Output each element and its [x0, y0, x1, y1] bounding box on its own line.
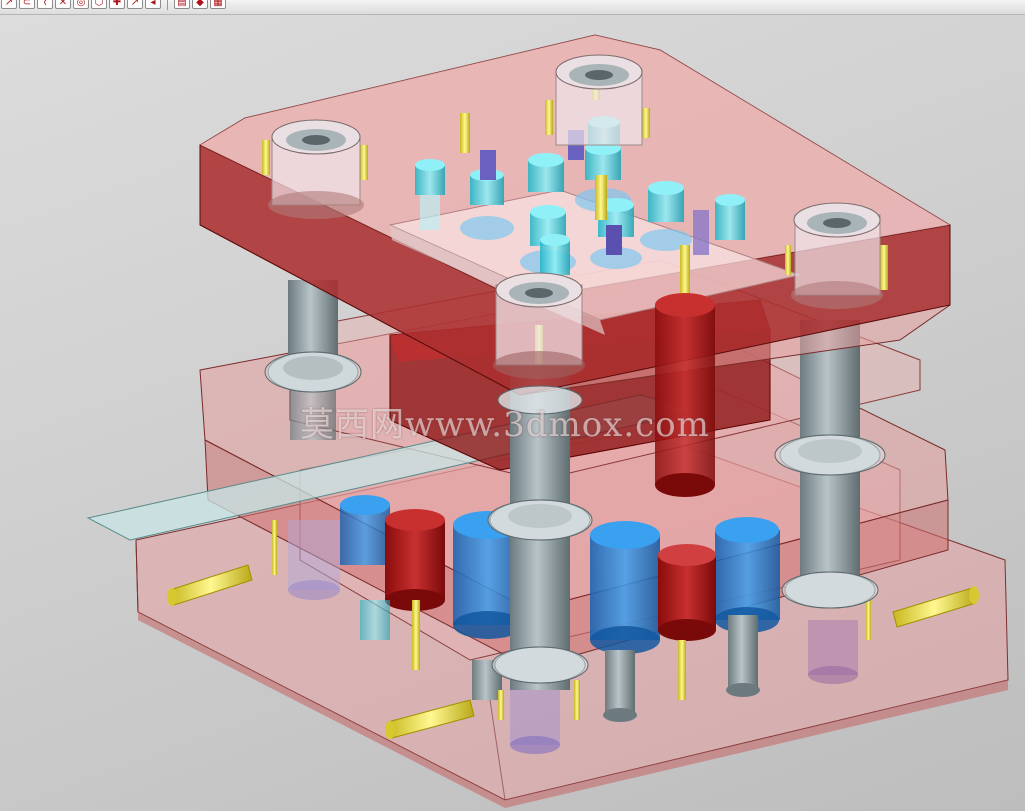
polygon-tool-icon: ⬡ — [94, 0, 104, 8]
arc-tool-button[interactable]: ⊂ — [19, 0, 35, 9]
die-assembly-model — [86, 34, 1009, 808]
view-tool-icon: ◂ — [150, 0, 156, 8]
circle-tool-button[interactable]: ◎ — [73, 0, 89, 9]
arc-tool-icon: ⊂ — [22, 0, 32, 8]
polygon-tool-button[interactable]: ⬡ — [91, 0, 107, 9]
toolbar-separator — [167, 0, 168, 10]
point-tool-button[interactable]: ✚ — [109, 0, 125, 9]
spline-tool-icon: ⌇ — [42, 0, 48, 8]
sketch-toolbar-group: ↗ ⊂ ⌇ ✕ ◎ ⬡ ✚ ↗ ◂ — [0, 0, 162, 9]
trim-tool-button[interactable]: ✕ — [55, 0, 71, 9]
3d-viewport[interactable]: 莫西网www.3dmox.com — [0, 15, 1025, 811]
spline-tool-button[interactable]: ⌇ — [37, 0, 53, 9]
view-toolbar-group: ▤ ◆ ▦ — [173, 0, 227, 9]
shaded-view-tool-icon: ◆ — [196, 0, 204, 8]
layer-tool-icon: ▤ — [177, 0, 187, 8]
dimension-tool-icon: ↗ — [130, 0, 140, 8]
cad-application: ↗ ⊂ ⌇ ✕ ◎ ⬡ ✚ ↗ ◂ ▤ ◆ ▦ 莫西网www.3dmox.com — [0, 0, 1025, 811]
grid-view-tool-icon: ▦ — [213, 0, 223, 8]
circle-tool-icon: ◎ — [76, 0, 86, 8]
layer-tool-button[interactable]: ▤ — [174, 0, 190, 9]
shaded-view-tool-button[interactable]: ◆ — [192, 0, 208, 9]
view-tool-button[interactable]: ◂ — [145, 0, 161, 9]
dimension-tool-button[interactable]: ↗ — [127, 0, 143, 9]
grid-view-tool-button[interactable]: ▦ — [210, 0, 226, 9]
toolbar: ↗ ⊂ ⌇ ✕ ◎ ⬡ ✚ ↗ ◂ ▤ ◆ ▦ — [0, 0, 1025, 15]
trim-tool-icon: ✕ — [58, 0, 68, 8]
point-tool-icon: ✚ — [112, 0, 122, 8]
sketch-line-tool-icon: ↗ — [4, 0, 14, 8]
sketch-line-tool-button[interactable]: ↗ — [1, 0, 17, 9]
